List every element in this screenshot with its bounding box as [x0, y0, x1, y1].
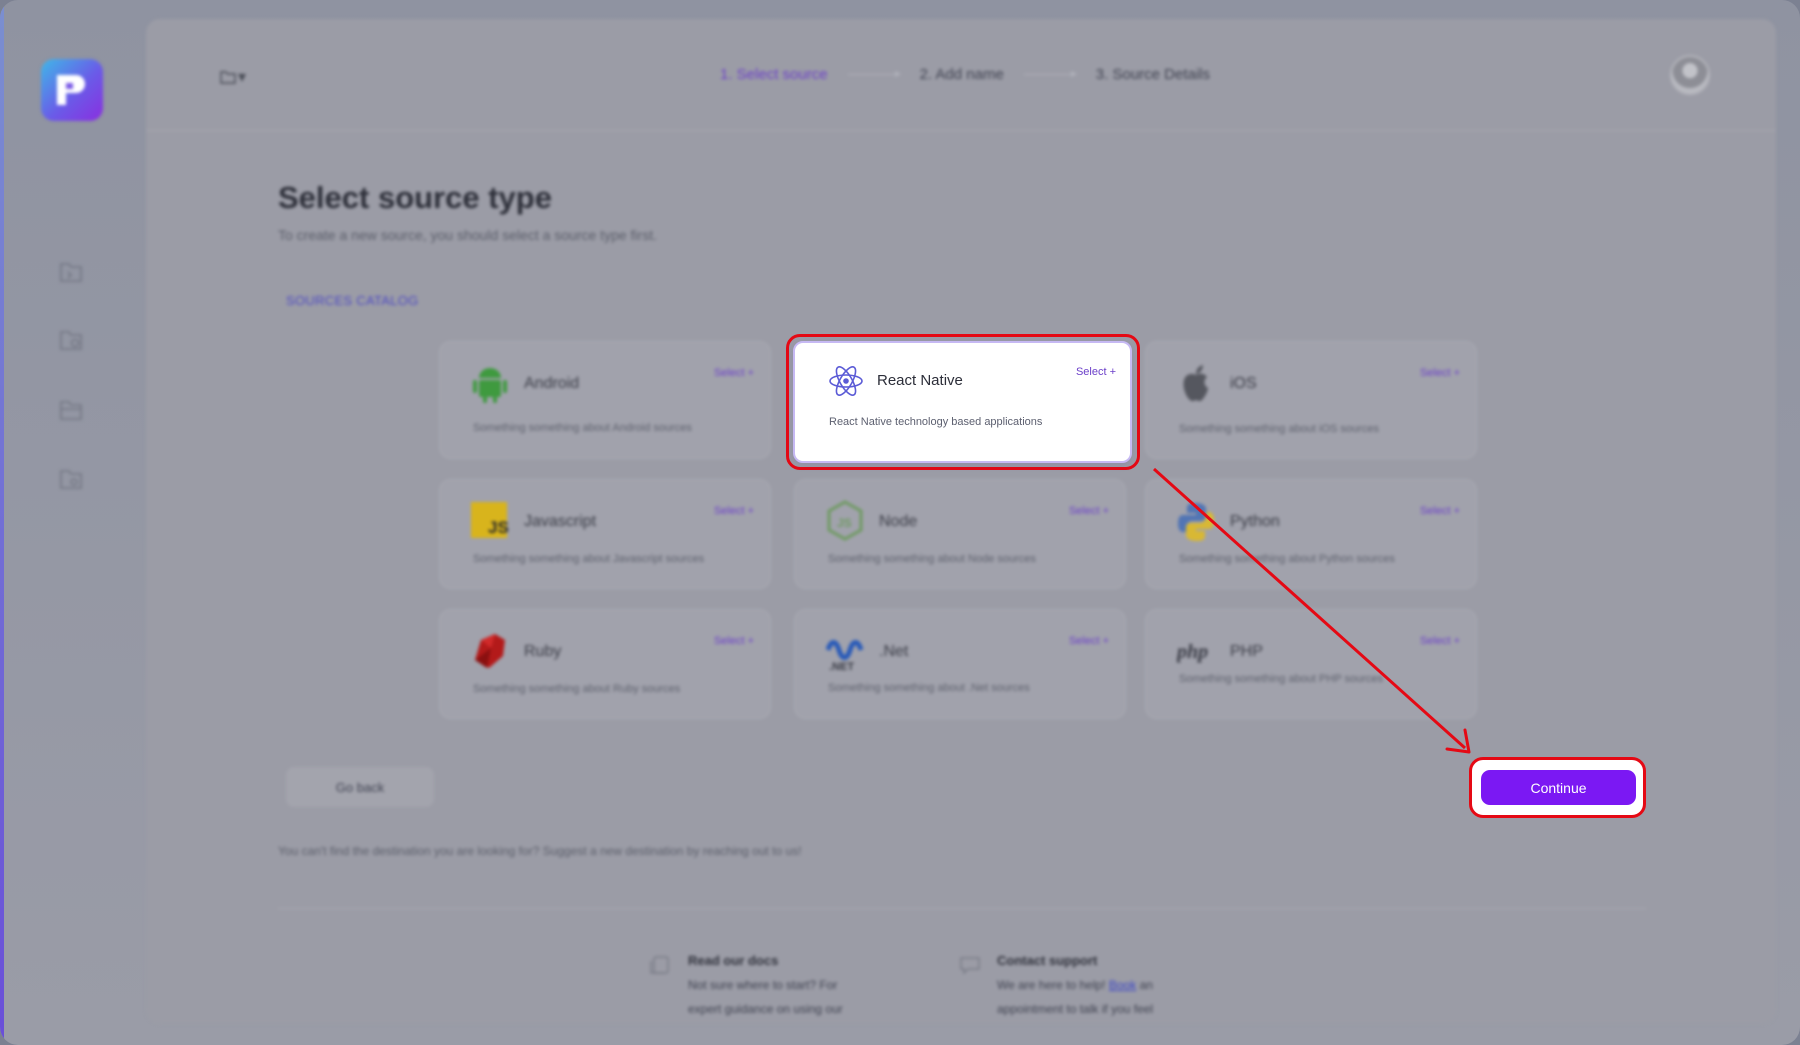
annotation-arrow — [1152, 467, 1471, 754]
app-window: ▾ 1. Select source 2. Add name 3. Source… — [0, 0, 1800, 1045]
